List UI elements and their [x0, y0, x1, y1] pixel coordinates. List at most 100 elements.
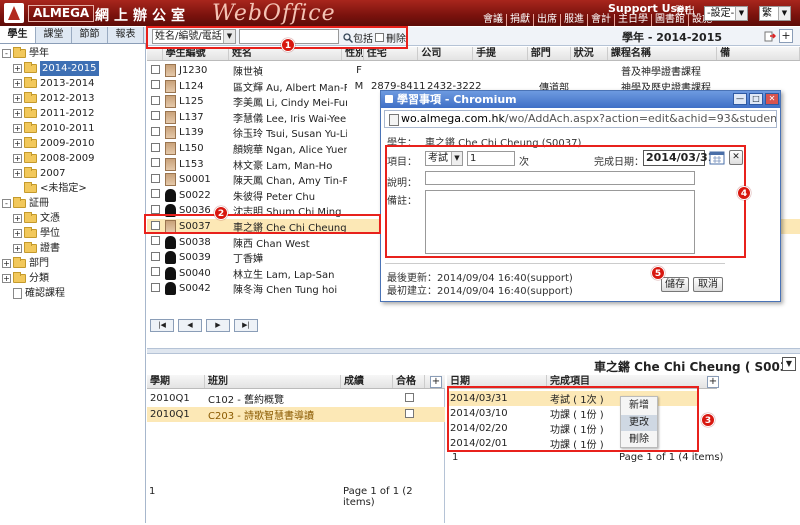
- tree-item[interactable]: <未指定>: [2, 181, 144, 196]
- col-class[interactable]: 班別: [205, 375, 341, 388]
- row-checkbox[interactable]: [151, 204, 160, 214]
- expand-icon[interactable]: +: [13, 214, 22, 223]
- grid-column-header[interactable]: 備: [717, 47, 800, 60]
- row-checkbox[interactable]: [151, 251, 160, 261]
- tree-item[interactable]: + 文憑: [2, 211, 144, 226]
- tab-reports[interactable]: 報表: [108, 27, 144, 43]
- row-checkbox[interactable]: [151, 126, 160, 136]
- tab-courses[interactable]: 課堂: [36, 27, 72, 43]
- row-checkbox[interactable]: [151, 95, 160, 105]
- nav-library[interactable]: 圖書館: [651, 14, 688, 26]
- col-grade[interactable]: 成績: [341, 375, 393, 388]
- expand-icon[interactable]: +: [2, 274, 11, 283]
- tree-item[interactable]: + 部門: [2, 256, 144, 271]
- grid-column-header[interactable]: 手提: [473, 47, 528, 60]
- row-checkbox[interactable]: [151, 111, 160, 121]
- tree-item[interactable]: +2009-2010: [2, 136, 144, 151]
- export-icon[interactable]: [764, 30, 776, 42]
- row-checkbox[interactable]: [151, 189, 160, 199]
- row-checkbox[interactable]: [151, 158, 160, 168]
- tree-item[interactable]: 確認課程: [2, 286, 144, 301]
- nav-donation[interactable]: 捐獻: [506, 14, 533, 26]
- grid-column-header[interactable]: 公司: [418, 47, 474, 60]
- setting-select[interactable]: -設定- ▼: [704, 6, 748, 21]
- tree-item[interactable]: +2013-2014: [2, 76, 144, 91]
- tab-students[interactable]: 學生: [0, 27, 36, 43]
- language-select[interactable]: 繁 ▼: [759, 6, 791, 21]
- tab-sessions[interactable]: 節節: [72, 27, 108, 43]
- tree-item[interactable]: - 學年: [2, 46, 144, 61]
- expand-icon[interactable]: +: [13, 109, 22, 118]
- col-term[interactable]: 學期: [147, 375, 205, 388]
- tree-item[interactable]: +2008-2009: [2, 151, 144, 166]
- pass-checkbox[interactable]: [405, 392, 414, 402]
- expand-icon[interactable]: +: [13, 229, 22, 238]
- nav-meeting[interactable]: 會議: [480, 14, 506, 26]
- tree-item[interactable]: +2010-2011: [2, 121, 144, 136]
- prev-page-button[interactable]: ◀: [178, 319, 202, 332]
- row-checkbox[interactable]: [151, 80, 160, 90]
- add-achievement-button[interactable]: +: [707, 376, 719, 388]
- row-checkbox-cell: [147, 158, 163, 170]
- expand-icon[interactable]: +: [13, 244, 22, 253]
- student-id: S0039: [179, 252, 211, 264]
- collapse-icon[interactable]: -: [2, 199, 11, 208]
- cancel-button[interactable]: 取消: [693, 277, 723, 292]
- callout-box-selected-row: [144, 214, 381, 234]
- tree-item[interactable]: +2011-2012: [2, 106, 144, 121]
- collapse-button[interactable]: ▼: [782, 357, 796, 371]
- close-icon[interactable]: ✕: [765, 93, 779, 105]
- nav-sunday-school[interactable]: 主日學: [614, 14, 651, 26]
- tree-item[interactable]: - 証冊: [2, 196, 144, 211]
- pass-checkbox[interactable]: [405, 408, 414, 418]
- grid-column-header[interactable]: 狀況: [571, 47, 608, 60]
- tree-item[interactable]: + 證書: [2, 241, 144, 256]
- class-row[interactable]: 2010Q1 C102 - 舊約概覽: [147, 391, 445, 406]
- tree-item[interactable]: + 學位: [2, 226, 144, 241]
- row-checkbox[interactable]: [151, 64, 160, 74]
- expand-icon[interactable]: +: [13, 154, 22, 163]
- student-id: L153: [179, 158, 204, 170]
- brand-name: ALMEGA: [28, 5, 95, 22]
- row-checkbox[interactable]: [151, 173, 160, 183]
- tree-item[interactable]: + 分類: [2, 271, 144, 286]
- next-page-button[interactable]: ▶: [206, 319, 230, 332]
- first-page-button[interactable]: |◀: [150, 319, 174, 332]
- expand-icon[interactable]: +: [2, 259, 11, 268]
- tree-item[interactable]: +2014-2015: [2, 61, 144, 76]
- expand-icon[interactable]: +: [13, 64, 22, 73]
- student-id-cell: L139: [163, 126, 231, 140]
- save-button[interactable]: 儲存: [661, 277, 689, 292]
- row-checkbox[interactable]: [151, 282, 160, 292]
- nav-accounting[interactable]: 會計: [587, 14, 614, 26]
- nav-attendance[interactable]: 出席: [533, 14, 560, 26]
- grid-column-header[interactable]: 課程名稱: [608, 47, 718, 60]
- url-host: wo.almega.com.hk: [401, 112, 505, 125]
- tree-item[interactable]: +2007: [2, 166, 144, 181]
- maximize-icon[interactable]: □: [749, 93, 763, 105]
- pane-splitter[interactable]: [147, 348, 800, 354]
- add-class-button[interactable]: +: [430, 376, 442, 388]
- folder-icon: [24, 212, 37, 223]
- grid-column-header[interactable]: 部門: [528, 47, 571, 60]
- row-checkbox[interactable]: [151, 267, 160, 277]
- last-page-button[interactable]: ▶|: [234, 319, 258, 332]
- add-student-button[interactable]: +: [779, 29, 793, 43]
- collapse-icon[interactable]: -: [2, 49, 11, 58]
- expand-icon[interactable]: +: [13, 169, 22, 178]
- tree-item[interactable]: +2012-2013: [2, 91, 144, 106]
- tree-item-label: 2010-2011: [40, 123, 95, 134]
- expand-icon[interactable]: +: [13, 139, 22, 148]
- address-bar[interactable]: wo.almega.com.hk/wo/AddAch.aspx?action=e…: [384, 110, 777, 128]
- col-pass[interactable]: 合格: [393, 375, 425, 388]
- minimize-icon[interactable]: —: [733, 93, 747, 105]
- expand-icon[interactable]: +: [13, 79, 22, 88]
- expand-icon[interactable]: +: [13, 94, 22, 103]
- expand-icon[interactable]: +: [13, 124, 22, 133]
- almega-logo-icon: [4, 3, 24, 23]
- class-row[interactable]: 2010Q1 C203 - 詩歌智慧書導讀: [147, 407, 445, 422]
- table-row[interactable]: J1230 陳世禎 F 普及神學證書課程: [147, 63, 800, 78]
- row-checkbox[interactable]: [151, 236, 160, 246]
- row-checkbox[interactable]: [151, 142, 160, 152]
- nav-progress[interactable]: 服進: [560, 14, 587, 26]
